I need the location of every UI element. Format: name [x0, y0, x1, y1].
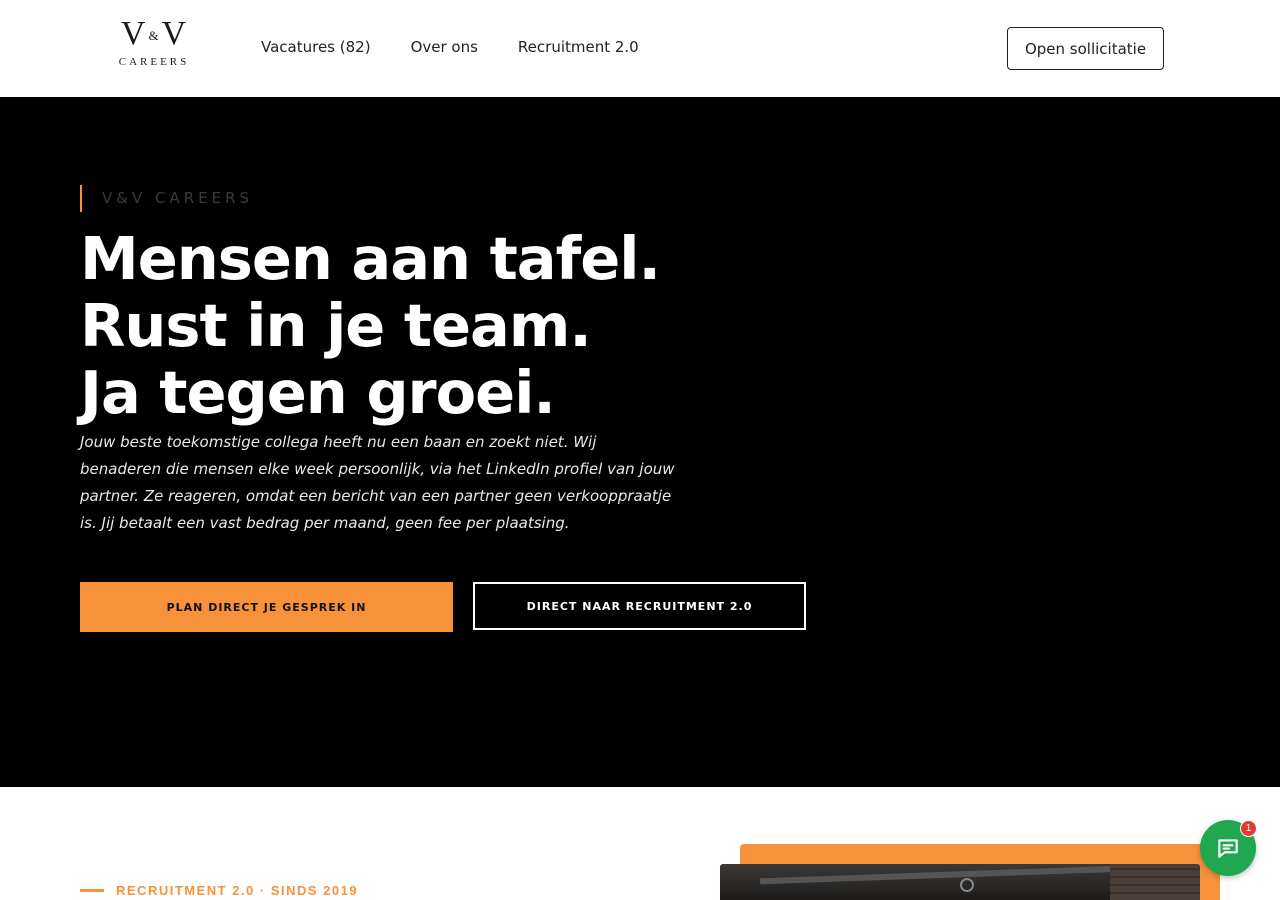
chat-bubble-icon [1218, 839, 1238, 858]
accent-dash [80, 889, 104, 892]
section-eyebrow: RECRUITMENT 2.0 · SINDS 2019 [80, 883, 358, 898]
vv-careers-logo[interactable]: V &V CAREERS [114, 16, 194, 74]
hero-intro-text: Jouw beste toekomstige collega heeft nu … [80, 433, 675, 532]
logo-subtitle: CAREERS [118, 56, 190, 69]
section-label-text: RECRUITMENT 2.0 · SINDS 2019 [116, 883, 359, 898]
headline-line-1: Mensen aan tafel. [80, 224, 661, 293]
main-nav: Vacatures (82) Over ons Recruitment 2.0 [261, 38, 639, 56]
hero-section: V&V CAREERS Mensen aan tafel. Rust in je… [0, 97, 1280, 787]
recruitment-button[interactable]: DIRECT NAAR RECRUITMENT 2.0 [473, 582, 806, 630]
headline-line-2: Rust in je team. [80, 291, 592, 360]
chat-notification-badge: 1 [1240, 820, 1257, 837]
nav-item-over-ons[interactable]: Over ons [411, 38, 478, 56]
hero-headline: Mensen aan tafel. Rust in je team. Ja te… [80, 224, 661, 427]
office-photo [720, 864, 1200, 900]
logo-mark: V &V [120, 15, 188, 52]
nav-item-vacatures[interactable]: Vacatures (82) [261, 38, 371, 56]
open-sollicitatie-button[interactable]: Open sollicitatie [1007, 27, 1164, 70]
hero-eyebrow: V&V CAREERS [80, 185, 253, 212]
plan-gesprek-button[interactable]: PLAN DIRECT JE GESPREK IN [80, 582, 453, 632]
site-header: V &V CAREERS Vacatures (82) Over ons Recr… [0, 0, 1280, 97]
nav-item-recruitment[interactable]: Recruitment 2.0 [518, 38, 639, 56]
headline-line-3: Ja tegen groei. [80, 358, 556, 427]
